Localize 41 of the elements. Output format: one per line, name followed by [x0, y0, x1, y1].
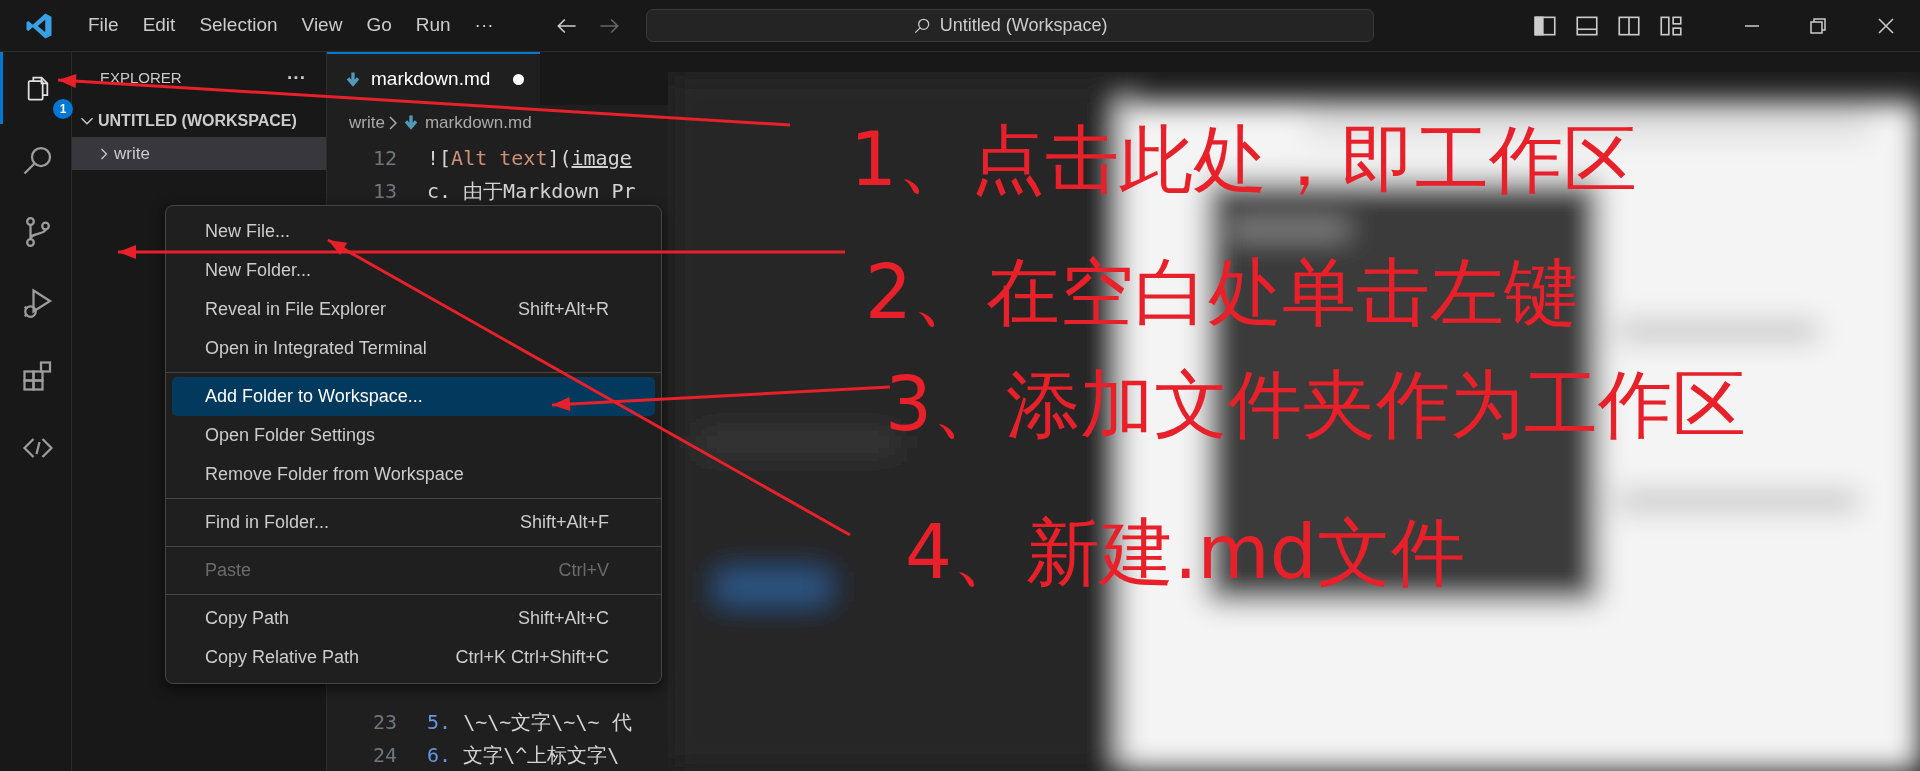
menu-item[interactable]: Find in Folder... Shift+Alt+F — [172, 503, 655, 542]
line-number: 13 — [371, 177, 398, 205]
unsaved-dot-icon — [513, 74, 524, 85]
menu-item[interactable]: ··· — [462, 11, 506, 40]
workspace-header[interactable]: UNTITLED (WORKSPACE) — [72, 104, 326, 137]
more-actions-button[interactable]: ··· — [287, 63, 306, 93]
menu-item[interactable]: Selection — [187, 11, 290, 40]
chevron-right-icon — [388, 116, 397, 130]
menu-item[interactable]: Go — [354, 11, 404, 40]
breadcrumb-item[interactable]: write — [349, 110, 385, 136]
line-number: 24 — [371, 741, 398, 769]
shortcut-label: Ctrl+K Ctrl+Shift+C — [455, 646, 609, 669]
shortcut-label: Shift+Alt+R — [517, 298, 609, 321]
menu-item[interactable]: File — [76, 11, 131, 40]
menu-item[interactable]: Copy Relative Path Ctrl+K Ctrl+Shift+C — [172, 638, 655, 677]
menu-item[interactable]: Open in Integrated Terminal — [172, 329, 655, 368]
sidebar-title: EXPLORER — [100, 67, 182, 88]
folder-item[interactable]: write — [72, 137, 326, 170]
code-line: c. 由于Markdown Pr — [427, 177, 636, 205]
menu-item[interactable]: Copy Path Shift+Alt+C — [172, 599, 655, 638]
menu-item[interactable]: Edit — [130, 11, 188, 40]
menu-item[interactable]: New File... — [172, 212, 655, 251]
menu-item[interactable]: View — [289, 11, 355, 40]
shortcut-label: Shift+Alt+F — [519, 511, 609, 534]
notification-badge: 1 — [53, 99, 73, 119]
menu-item[interactable]: Reveal in File Explorer Shift+Alt+R — [172, 290, 655, 329]
menu-item[interactable]: Add Folder to Workspace... — [172, 377, 655, 416]
line-number: 12 — [371, 144, 398, 172]
code-line: 5. \~\~文字\~\~ 代 — [427, 708, 632, 736]
search-field[interactable]: Untitled (Workspace) — [645, 9, 1374, 42]
breadcrumb-item[interactable]: markdown.md — [424, 110, 532, 136]
menu-item[interactable]: Remove Folder from Workspace — [172, 455, 655, 494]
menu-item[interactable]: Open Folder Settings — [172, 416, 655, 455]
code-line: ![Alt text](image — [427, 144, 632, 172]
menu-item[interactable]: Run — [403, 11, 463, 40]
editor-tab[interactable]: markdown.md — [327, 52, 540, 105]
line-number: 23 — [371, 708, 398, 736]
shortcut-label: Ctrl+V — [558, 559, 609, 582]
code-line: 6. 文字\^上标文字\ — [427, 741, 620, 769]
menu-item[interactable]: New Folder... — [172, 251, 655, 290]
shortcut-label: Shift+Alt+C — [517, 607, 609, 630]
